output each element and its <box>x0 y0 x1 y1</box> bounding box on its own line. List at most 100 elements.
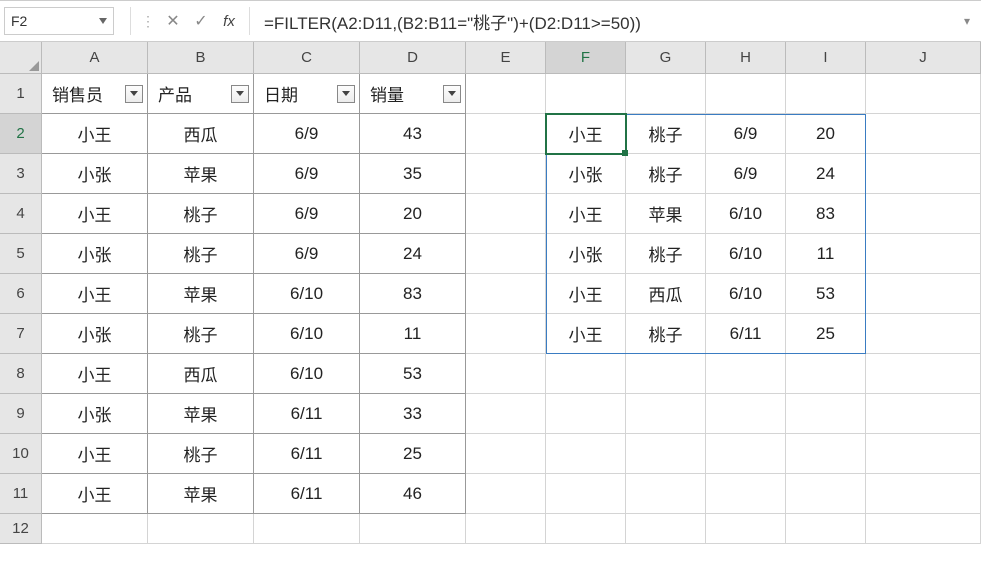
cell-C5[interactable]: 6/9 <box>254 234 360 274</box>
cell-F1[interactable] <box>546 74 626 114</box>
filter-icon[interactable] <box>231 85 249 103</box>
cell-B1[interactable]: 产品 <box>148 74 254 114</box>
cell-I10[interactable] <box>786 434 866 474</box>
cell-E10[interactable] <box>466 434 546 474</box>
row-header-1[interactable]: 1 <box>0 74 42 114</box>
filter-icon[interactable] <box>125 85 143 103</box>
cell-D12[interactable] <box>360 514 466 544</box>
cell-F7[interactable]: 小王 <box>546 314 626 354</box>
cancel-button[interactable]: ✕ <box>159 7 187 35</box>
cell-C11[interactable]: 6/11 <box>254 474 360 514</box>
cell-F11[interactable] <box>546 474 626 514</box>
cell-A4[interactable]: 小王 <box>42 194 148 234</box>
cell-F12[interactable] <box>546 514 626 544</box>
row-header-9[interactable]: 9 <box>0 394 42 434</box>
cell-C3[interactable]: 6/9 <box>254 154 360 194</box>
row-header-4[interactable]: 4 <box>0 194 42 234</box>
cell-A8[interactable]: 小王 <box>42 354 148 394</box>
cell-I6[interactable]: 53 <box>786 274 866 314</box>
cell-C1[interactable]: 日期 <box>254 74 360 114</box>
cell-D11[interactable]: 46 <box>360 474 466 514</box>
cell-H4[interactable]: 6/10 <box>706 194 786 234</box>
select-all-corner[interactable] <box>0 42 42 74</box>
cell-I2[interactable]: 20 <box>786 114 866 154</box>
cell-C2[interactable]: 6/9 <box>254 114 360 154</box>
cell-F8[interactable] <box>546 354 626 394</box>
cell-H11[interactable] <box>706 474 786 514</box>
col-header-F[interactable]: F <box>546 42 626 74</box>
cell-D9[interactable]: 33 <box>360 394 466 434</box>
cell-E5[interactable] <box>466 234 546 274</box>
cell-F3[interactable]: 小张 <box>546 154 626 194</box>
cell-D10[interactable]: 25 <box>360 434 466 474</box>
cell-J3[interactable] <box>866 154 981 194</box>
cell-G7[interactable]: 桃子 <box>626 314 706 354</box>
cell-C6[interactable]: 6/10 <box>254 274 360 314</box>
row-header-12[interactable]: 12 <box>0 514 42 544</box>
cell-J9[interactable] <box>866 394 981 434</box>
cell-H2[interactable]: 6/9 <box>706 114 786 154</box>
cell-B4[interactable]: 桃子 <box>148 194 254 234</box>
row-header-3[interactable]: 3 <box>0 154 42 194</box>
cell-C12[interactable] <box>254 514 360 544</box>
cell-E7[interactable] <box>466 314 546 354</box>
cell-J6[interactable] <box>866 274 981 314</box>
cell-G2[interactable]: 桃子 <box>626 114 706 154</box>
row-header-10[interactable]: 10 <box>0 434 42 474</box>
cell-J12[interactable] <box>866 514 981 544</box>
cell-I7[interactable]: 25 <box>786 314 866 354</box>
cell-J11[interactable] <box>866 474 981 514</box>
cell-J2[interactable] <box>866 114 981 154</box>
col-header-D[interactable]: D <box>360 42 466 74</box>
cell-F6[interactable]: 小王 <box>546 274 626 314</box>
cell-C8[interactable]: 6/10 <box>254 354 360 394</box>
cell-C4[interactable]: 6/9 <box>254 194 360 234</box>
cell-I11[interactable] <box>786 474 866 514</box>
cell-B6[interactable]: 苹果 <box>148 274 254 314</box>
cell-H7[interactable]: 6/11 <box>706 314 786 354</box>
fill-handle[interactable] <box>622 150 628 156</box>
cell-B5[interactable]: 桃子 <box>148 234 254 274</box>
cell-E3[interactable] <box>466 154 546 194</box>
cell-A11[interactable]: 小王 <box>42 474 148 514</box>
cell-E4[interactable] <box>466 194 546 234</box>
fx-button[interactable]: fx <box>215 7 243 35</box>
filter-icon[interactable] <box>337 85 355 103</box>
cell-J7[interactable] <box>866 314 981 354</box>
col-header-A[interactable]: A <box>42 42 148 74</box>
cell-F5[interactable]: 小张 <box>546 234 626 274</box>
cell-A10[interactable]: 小王 <box>42 434 148 474</box>
row-header-5[interactable]: 5 <box>0 234 42 274</box>
cell-G6[interactable]: 西瓜 <box>626 274 706 314</box>
cell-F10[interactable] <box>546 434 626 474</box>
cell-G12[interactable] <box>626 514 706 544</box>
cell-A2[interactable]: 小王 <box>42 114 148 154</box>
cell-F2[interactable]: 小王 <box>546 114 626 154</box>
expand-formula-bar[interactable]: ▾ <box>957 14 977 28</box>
row-header-6[interactable]: 6 <box>0 274 42 314</box>
cell-H3[interactable]: 6/9 <box>706 154 786 194</box>
cell-D7[interactable]: 11 <box>360 314 466 354</box>
cell-I4[interactable]: 83 <box>786 194 866 234</box>
cell-I5[interactable]: 11 <box>786 234 866 274</box>
formula-input[interactable] <box>256 7 957 35</box>
cell-H9[interactable] <box>706 394 786 434</box>
cell-C9[interactable]: 6/11 <box>254 394 360 434</box>
cell-G9[interactable] <box>626 394 706 434</box>
cell-H12[interactable] <box>706 514 786 544</box>
cell-I3[interactable]: 24 <box>786 154 866 194</box>
cell-B2[interactable]: 西瓜 <box>148 114 254 154</box>
cell-B11[interactable]: 苹果 <box>148 474 254 514</box>
cell-E6[interactable] <box>466 274 546 314</box>
cell-I9[interactable] <box>786 394 866 434</box>
cell-D6[interactable]: 83 <box>360 274 466 314</box>
cell-E9[interactable] <box>466 394 546 434</box>
cell-G4[interactable]: 苹果 <box>626 194 706 234</box>
cell-B12[interactable] <box>148 514 254 544</box>
cell-I1[interactable] <box>786 74 866 114</box>
row-header-2[interactable]: 2 <box>0 114 42 154</box>
cell-H8[interactable] <box>706 354 786 394</box>
cell-A7[interactable]: 小张 <box>42 314 148 354</box>
cell-E2[interactable] <box>466 114 546 154</box>
cell-J10[interactable] <box>866 434 981 474</box>
